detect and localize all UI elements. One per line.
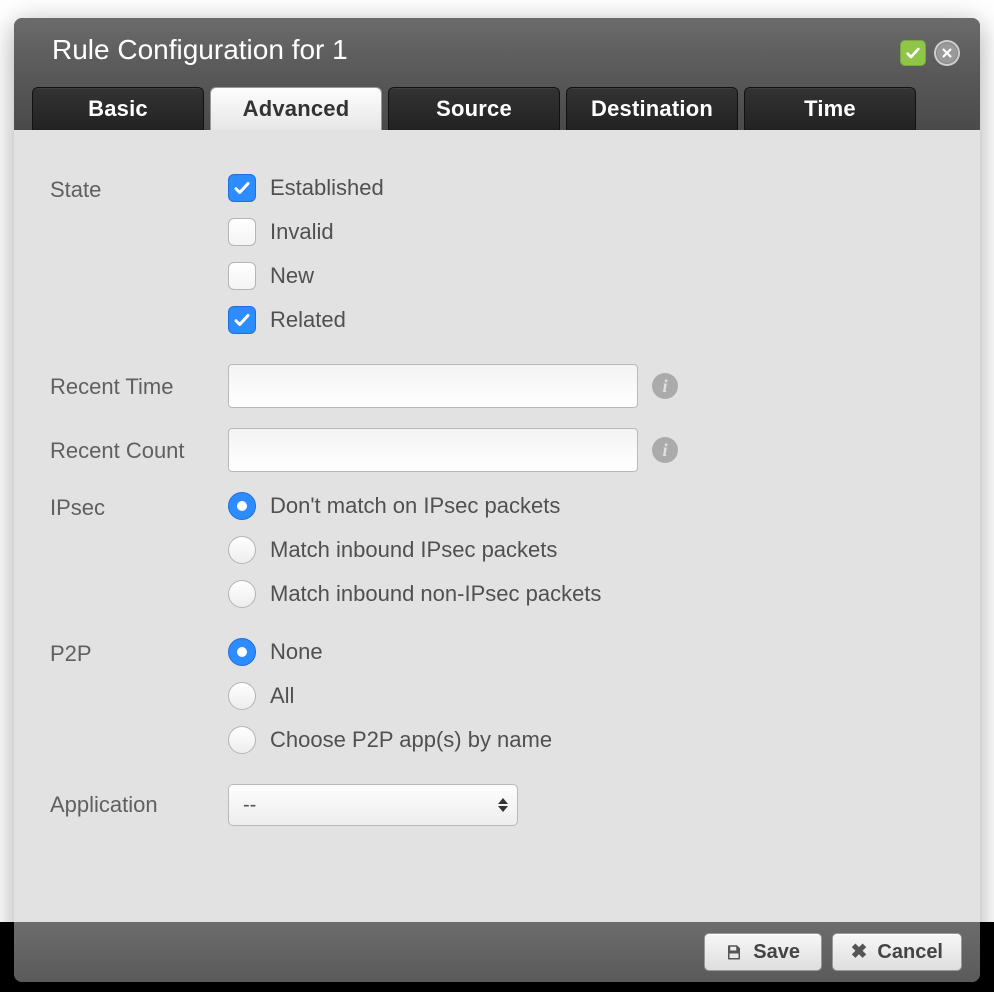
state-established-label: Established [270,175,384,201]
close-button[interactable] [934,40,960,66]
recent-time-input[interactable] [228,364,638,408]
tab-destination[interactable]: Destination [566,87,738,130]
p2p-choose-label: Choose P2P app(s) by name [270,727,552,753]
cancel-button[interactable]: ✖ Cancel [832,933,962,971]
state-invalid-checkbox[interactable] [228,218,256,246]
chevron-up-down-icon [498,798,508,812]
p2p-all-label: All [270,683,294,709]
state-new-checkbox[interactable] [228,262,256,290]
tab-source[interactable]: Source [388,87,560,130]
application-label: Application [50,784,228,826]
status-valid-icon [900,40,926,66]
p2p-none-radio[interactable] [228,638,256,666]
close-icon: ✖ [851,942,868,962]
ipsec-inbound-non-radio[interactable] [228,580,256,608]
recent-count-input[interactable] [228,428,638,472]
state-related-label: Related [270,307,346,333]
p2p-none-label: None [270,639,323,665]
recent-count-label: Recent Count [50,428,228,472]
save-button-label: Save [753,941,800,964]
ipsec-none-radio[interactable] [228,492,256,520]
state-label: State [50,174,228,334]
save-icon [725,943,743,961]
modal-body: State Established Invalid [14,130,980,922]
state-new-label: New [270,263,314,289]
ipsec-label: IPsec [50,492,228,608]
ipsec-inbound-label: Match inbound IPsec packets [270,537,557,563]
modal-title: Rule Configuration for 1 [34,18,960,66]
modal-dialog: Rule Configuration for 1 Basic Advanced … [14,18,980,982]
application-select[interactable]: -- [228,784,518,826]
ipsec-inbound-radio[interactable] [228,536,256,564]
ipsec-inbound-non-label: Match inbound non-IPsec packets [270,581,601,607]
p2p-label: P2P [50,638,228,754]
state-established-checkbox[interactable] [228,174,256,202]
modal-footer: Save ✖ Cancel [14,922,980,982]
tab-advanced[interactable]: Advanced [210,87,382,130]
info-icon[interactable]: i [652,373,678,399]
tab-bar: Basic Advanced Source Destination Time [32,87,916,130]
state-invalid-label: Invalid [270,219,334,245]
application-selected-value: -- [243,794,256,817]
state-related-checkbox[interactable] [228,306,256,334]
tab-basic[interactable]: Basic [32,87,204,130]
recent-time-label: Recent Time [50,364,228,408]
tab-time[interactable]: Time [744,87,916,130]
info-icon[interactable]: i [652,437,678,463]
p2p-all-radio[interactable] [228,682,256,710]
modal-header: Rule Configuration for 1 Basic Advanced … [14,18,980,130]
save-button[interactable]: Save [704,933,822,971]
cancel-button-label: Cancel [877,941,943,964]
p2p-choose-radio[interactable] [228,726,256,754]
ipsec-none-label: Don't match on IPsec packets [270,493,560,519]
